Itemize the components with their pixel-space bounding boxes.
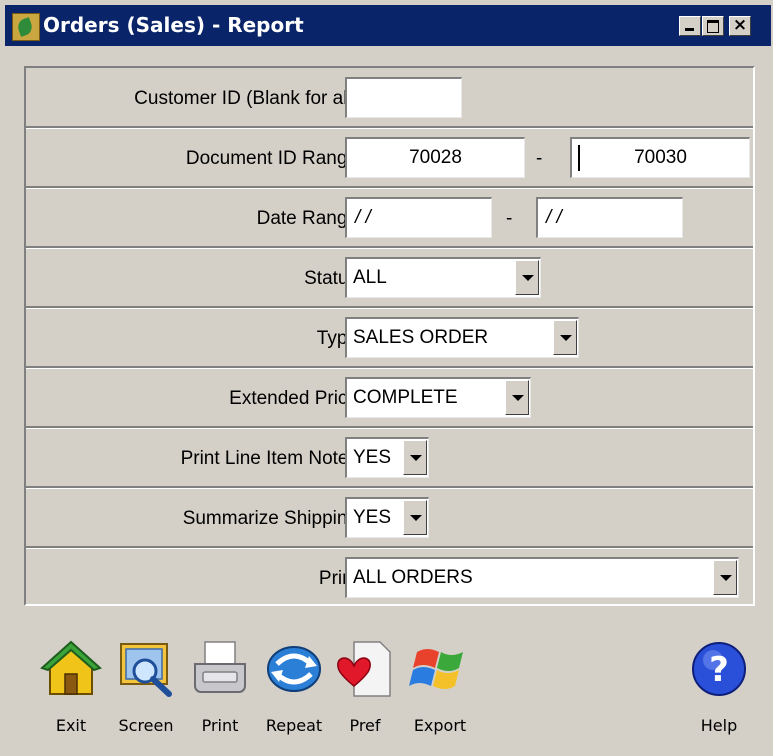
print-line-item-notes-value: YES: [353, 447, 392, 468]
type-select[interactable]: SALES ORDER: [345, 317, 579, 358]
row-summarize-shipping: Summarize Shipping YES: [26, 488, 753, 549]
printer-icon: [194, 641, 246, 693]
print-button[interactable]: Print: [184, 638, 256, 748]
chevron-down-icon[interactable]: [515, 260, 539, 295]
minimize-button[interactable]: [679, 16, 701, 36]
magnifier-screen-icon: [120, 643, 172, 697]
windows-flag-icon: [409, 649, 463, 689]
document-id-range-label: Document ID Range: [185, 148, 358, 169]
document-id-range-separator: -: [536, 148, 543, 169]
row-print: Print ALL ORDERS: [26, 548, 753, 608]
home-icon: [40, 640, 102, 695]
summarize-shipping-value: YES: [353, 507, 392, 528]
close-button[interactable]: ×: [729, 16, 751, 36]
document-id-from-input[interactable]: 70028: [345, 137, 525, 178]
date-from-input[interactable]: / /: [345, 197, 492, 238]
chevron-down-icon[interactable]: [553, 320, 577, 355]
date-range-separator: -: [506, 208, 513, 229]
svg-text:?: ?: [709, 650, 729, 690]
chevron-down-icon[interactable]: [713, 560, 737, 595]
exit-button[interactable]: Exit: [35, 638, 107, 748]
row-print-line-item-notes: Print Line Item Notes YES: [26, 428, 753, 489]
print-line-item-notes-select[interactable]: YES: [345, 437, 429, 478]
row-customer-id: Customer ID (Blank for all): [26, 68, 753, 129]
print-value: ALL ORDERS: [353, 567, 473, 588]
text-cursor: [578, 145, 580, 171]
screen-label: Screen: [118, 716, 174, 735]
exit-label: Exit: [55, 716, 87, 735]
print-toolbar-label: Print: [201, 716, 239, 735]
help-button[interactable]: ? Help: [683, 638, 755, 748]
extended-price-value: COMPLETE: [353, 387, 458, 408]
status-select[interactable]: ALL: [345, 257, 541, 298]
document-id-to-value: 70030: [634, 147, 687, 168]
document-id-to-input[interactable]: 70030: [570, 137, 750, 178]
row-document-id-range: Document ID Range 70028 - 70030: [26, 128, 753, 189]
row-date-range: Date Range / / - / /: [26, 188, 753, 249]
print-select[interactable]: ALL ORDERS: [345, 557, 739, 598]
customer-id-label: Customer ID (Blank for all): [134, 88, 358, 109]
customer-id-input[interactable]: [345, 77, 462, 118]
status-value: ALL: [353, 267, 387, 288]
row-status: Status ALL: [26, 248, 753, 309]
type-value: SALES ORDER: [353, 327, 489, 348]
pref-button[interactable]: Pref: [329, 638, 401, 748]
title-bar[interactable]: Orders (Sales) - Report ×: [5, 5, 771, 46]
help-question-icon: ?: [692, 642, 746, 696]
report-window: Orders (Sales) - Report × Customer ID (B…: [0, 0, 773, 756]
row-type: Type SALES ORDER: [26, 308, 753, 369]
print-line-item-notes-label: Print Line Item Notes: [180, 448, 358, 469]
summarize-shipping-select[interactable]: YES: [345, 497, 429, 538]
maximize-button[interactable]: [702, 16, 724, 36]
summarize-shipping-label: Summarize Shipping: [182, 508, 358, 529]
repeat-button[interactable]: Repeat: [258, 638, 330, 748]
date-to-input[interactable]: / /: [536, 197, 683, 238]
extended-price-label: Extended Price: [229, 388, 358, 409]
app-leaf-icon: [12, 13, 40, 41]
heart-document-icon: [337, 641, 391, 697]
repeat-arrows-icon: [267, 646, 321, 692]
pref-label: Pref: [349, 716, 381, 735]
row-extended-price: Extended Price COMPLETE: [26, 368, 753, 429]
chevron-down-icon[interactable]: [403, 500, 427, 535]
window-title: Orders (Sales) - Report: [43, 13, 304, 37]
chevron-down-icon[interactable]: [403, 440, 427, 475]
date-range-label: Date Range: [256, 208, 358, 229]
chevron-down-icon[interactable]: [505, 380, 529, 415]
repeat-label: Repeat: [265, 716, 323, 735]
report-options-panel: Customer ID (Blank for all) Document ID …: [24, 66, 755, 606]
export-button[interactable]: Export: [404, 638, 476, 748]
extended-price-select[interactable]: COMPLETE: [345, 377, 531, 418]
help-label: Help: [700, 716, 738, 735]
export-label: Export: [413, 716, 467, 735]
screen-button[interactable]: Screen: [110, 638, 182, 748]
